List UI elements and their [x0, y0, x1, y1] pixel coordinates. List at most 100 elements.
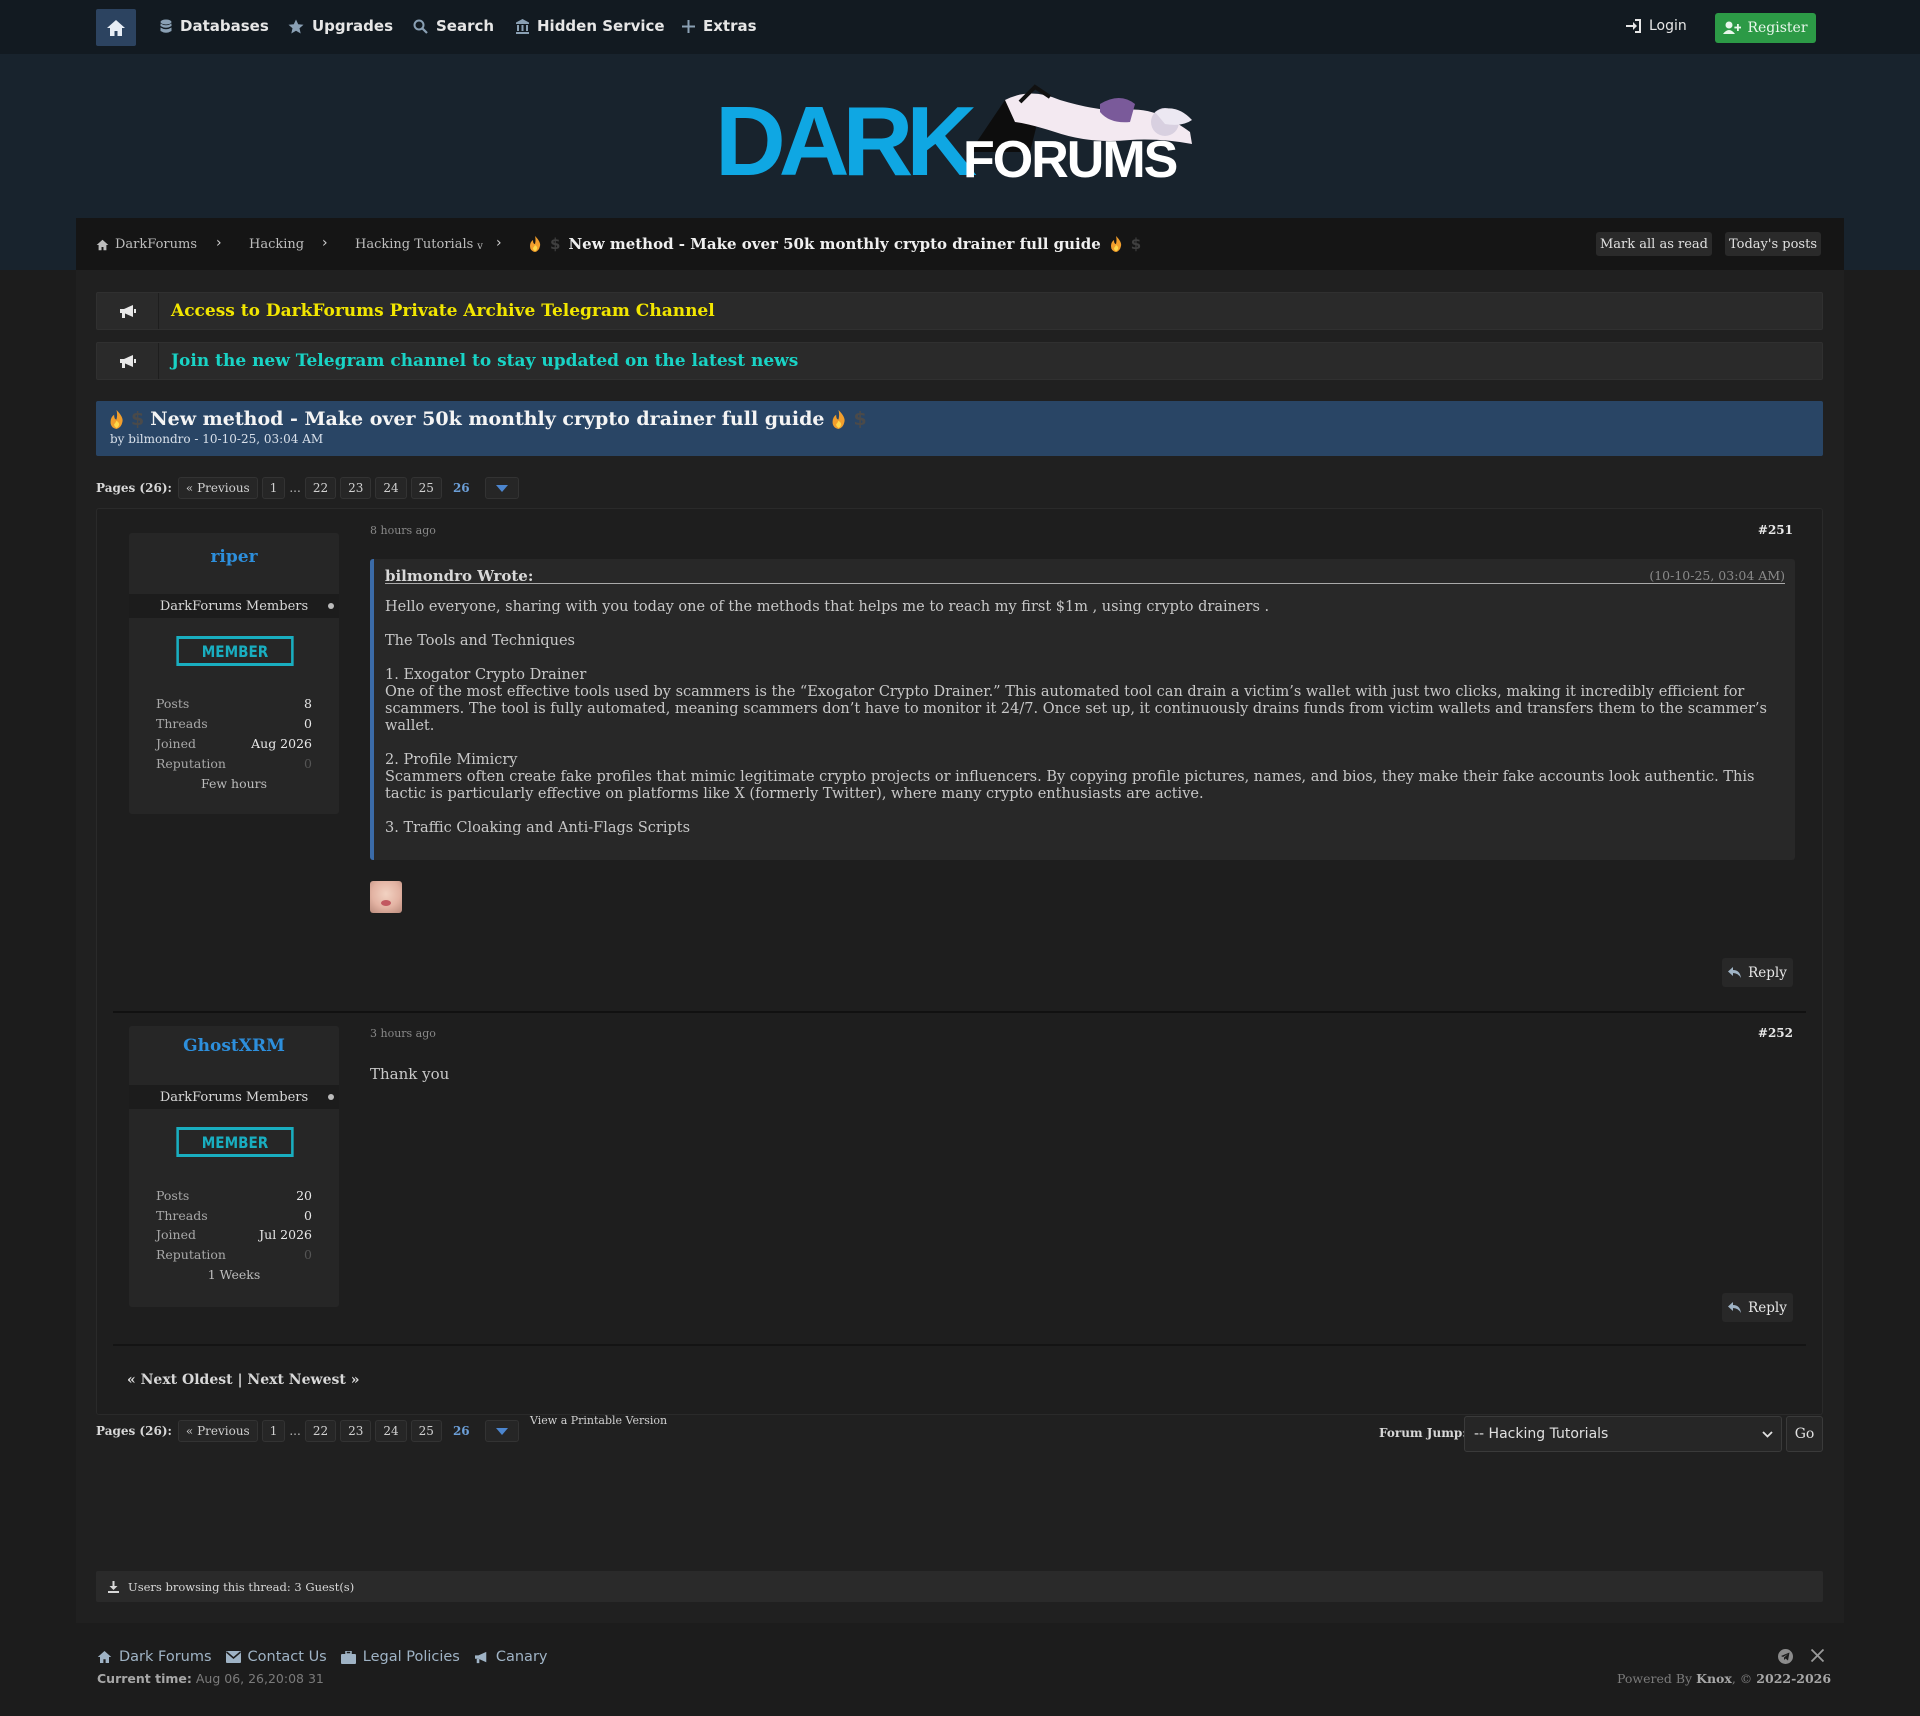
nav-hidden-service[interactable]: Hidden Service [516, 17, 665, 35]
breadcrumb-home[interactable]: DarkForums [96, 237, 197, 252]
envelope-icon [225, 1651, 241, 1663]
user-group: DarkForums Members [129, 1085, 339, 1109]
stat-value[interactable]: 0 [304, 1247, 312, 1262]
post-divider [113, 1011, 1806, 1013]
stat-reputation: Reputation 0 [156, 756, 312, 771]
posts-container: riper DarkForums Members MEMBER Posts 8 T… [96, 508, 1823, 1415]
stat-value[interactable]: 0 [304, 756, 312, 771]
pagination-page[interactable]: 24 [375, 1420, 407, 1442]
nav-extras[interactable]: Extras [682, 17, 757, 35]
footer-link-legal[interactable]: Legal Policies [340, 1649, 460, 1665]
mark-all-read-button[interactable]: Mark all as read [1596, 232, 1712, 256]
powered-by: Powered By Knox, © 2022-2026 [1617, 1671, 1831, 1686]
x-twitter-icon[interactable] [1811, 1649, 1824, 1662]
pagination-dropdown[interactable] [484, 477, 519, 499]
pagination-page[interactable]: 22 [304, 477, 337, 499]
quote-date[interactable]: (10-10-25, 03:04 AM) [1649, 568, 1785, 583]
pagination-page[interactable]: 23 [340, 1420, 372, 1442]
stat-value: Aug 2026 [251, 736, 312, 751]
home-icon [97, 1651, 112, 1663]
pagination-dropdown[interactable] [484, 1420, 519, 1442]
forum-jump-go-button[interactable]: Go [1786, 1416, 1823, 1452]
printable-version-link[interactable]: View a Printable Version [530, 1414, 667, 1427]
pagination-page[interactable]: 25 [410, 1420, 442, 1442]
announcement-telegram[interactable]: Join the new Telegram channel to stay up… [96, 342, 1823, 380]
username[interactable]: GhostXRM [129, 1036, 339, 1056]
quote-author: bilmondro Wrote: [385, 567, 534, 585]
fire-icon [530, 236, 541, 252]
member-badge: MEMBER [176, 1127, 294, 1157]
home-button[interactable] [96, 9, 136, 46]
powered-name[interactable]: Knox [1696, 1671, 1732, 1686]
pagination-page[interactable]: 22 [304, 1420, 337, 1442]
post-number[interactable]: #252 [1758, 1026, 1793, 1040]
pagination-page[interactable]: 24 [375, 477, 407, 499]
todays-posts-button[interactable]: Today's posts [1725, 232, 1821, 256]
breadcrumb-dropdown-marker[interactable]: v [477, 241, 483, 252]
powered-suffix: , © [1731, 1671, 1753, 1686]
breadcrumb-hacking-tutorials[interactable]: Hacking Tutorials v [355, 237, 483, 252]
site-logo[interactable]: DARK FORUMS [715, 82, 1205, 192]
footer-link-home[interactable]: Dark Forums [97, 1649, 212, 1665]
stat-threads: Threads 0 [156, 716, 312, 731]
stat-value: 0 [304, 1208, 312, 1223]
social-links [1778, 1649, 1824, 1664]
nav-upgrades[interactable]: Upgrades [288, 17, 393, 35]
main-container: DarkForums › Hacking › Hacking Tutorials… [76, 218, 1844, 1623]
reply-button[interactable]: Reply [1722, 958, 1793, 987]
nav-databases[interactable]: Databases [160, 17, 269, 35]
forum-jump-label: Forum Jump: [1379, 1426, 1467, 1440]
stat-posts: Posts 8 [156, 696, 312, 711]
quote-paragraph: Hello everyone, sharing with you today o… [385, 599, 1270, 615]
briefcase-icon [340, 1650, 356, 1664]
footer-link-contact[interactable]: Contact Us [225, 1649, 327, 1665]
home-icon [96, 239, 109, 250]
forum-jump-select[interactable]: -- Hacking Tutorials [1464, 1416, 1782, 1452]
stat-label: Threads [156, 716, 208, 731]
nav-search[interactable]: Search [413, 17, 494, 35]
top-navbar: Databases Upgrades Search Hidden Service… [0, 0, 1920, 54]
pagination-page[interactable]: 1 [261, 1420, 286, 1442]
users-browsing: Users browsing this thread: 3 Guest(s) [96, 1571, 1823, 1602]
pagination-bottom: Pages (26): « Previous 1 ... 22 23 24 25… [96, 1419, 519, 1443]
pagination-page[interactable]: 23 [340, 477, 372, 499]
quote-paragraph: 3. Traffic Cloaking and Anti-Flags Scrip… [385, 820, 691, 836]
post-quote: bilmondro Wrote: (10-10-25, 03:04 AM) He… [370, 559, 1795, 860]
pagination-previous[interactable]: « Previous [177, 1420, 258, 1442]
breadcrumb-hacking-label: Hacking [249, 237, 305, 252]
announcement-telegram-text[interactable]: Join the new Telegram channel to stay up… [171, 351, 798, 371]
logo-dark-text: DARK [715, 86, 977, 196]
user-panel: GhostXRM DarkForums Members MEMBER Posts… [129, 1026, 339, 1307]
pagination-page[interactable]: 25 [410, 477, 442, 499]
stat-joined: Joined Aug 2026 [156, 736, 312, 751]
chevron-down-icon [1762, 1431, 1773, 1438]
post-image [370, 881, 402, 913]
powered-years: 2022-2026 [1756, 1671, 1832, 1686]
dollar-icon: $ [550, 235, 561, 253]
post-time: 3 hours ago [370, 1027, 436, 1040]
thread-navigation[interactable]: « Next Oldest | Next Newest » [127, 1372, 359, 1388]
register-button[interactable]: Register [1715, 13, 1816, 43]
login-link[interactable]: Login [1626, 18, 1687, 34]
footer-link-canary[interactable]: Canary [474, 1649, 548, 1665]
pagination-label: Pages (26): [96, 481, 172, 495]
announcement-icon-box [97, 343, 159, 379]
pagination-previous[interactable]: « Previous [177, 477, 258, 499]
reply-button[interactable]: Reply [1722, 1293, 1793, 1322]
breadcrumb-hacking-tutorials-label: Hacking Tutorials [355, 237, 474, 252]
reply-label: Reply [1748, 1299, 1787, 1316]
username[interactable]: riper [129, 547, 339, 567]
user-plus-icon [1723, 21, 1742, 34]
breadcrumb-hacking[interactable]: Hacking [249, 237, 304, 252]
telegram-icon[interactable] [1778, 1649, 1793, 1664]
stat-label: Threads [156, 1208, 208, 1223]
stat-label: Posts [156, 696, 190, 711]
announcement-archive-text[interactable]: Access to DarkForums Private Archive Tel… [171, 301, 715, 321]
stat-value: 8 [304, 696, 312, 711]
pagination-page[interactable]: 1 [261, 477, 286, 499]
footer-links: Dark Forums Contact Us Legal Policies Ca… [97, 1649, 548, 1665]
footer-link-label: Legal Policies [362, 1649, 460, 1665]
dollar-icon: $ [853, 408, 867, 430]
post-number[interactable]: #251 [1758, 523, 1793, 537]
announcement-archive[interactable]: Access to DarkForums Private Archive Tel… [96, 292, 1823, 330]
